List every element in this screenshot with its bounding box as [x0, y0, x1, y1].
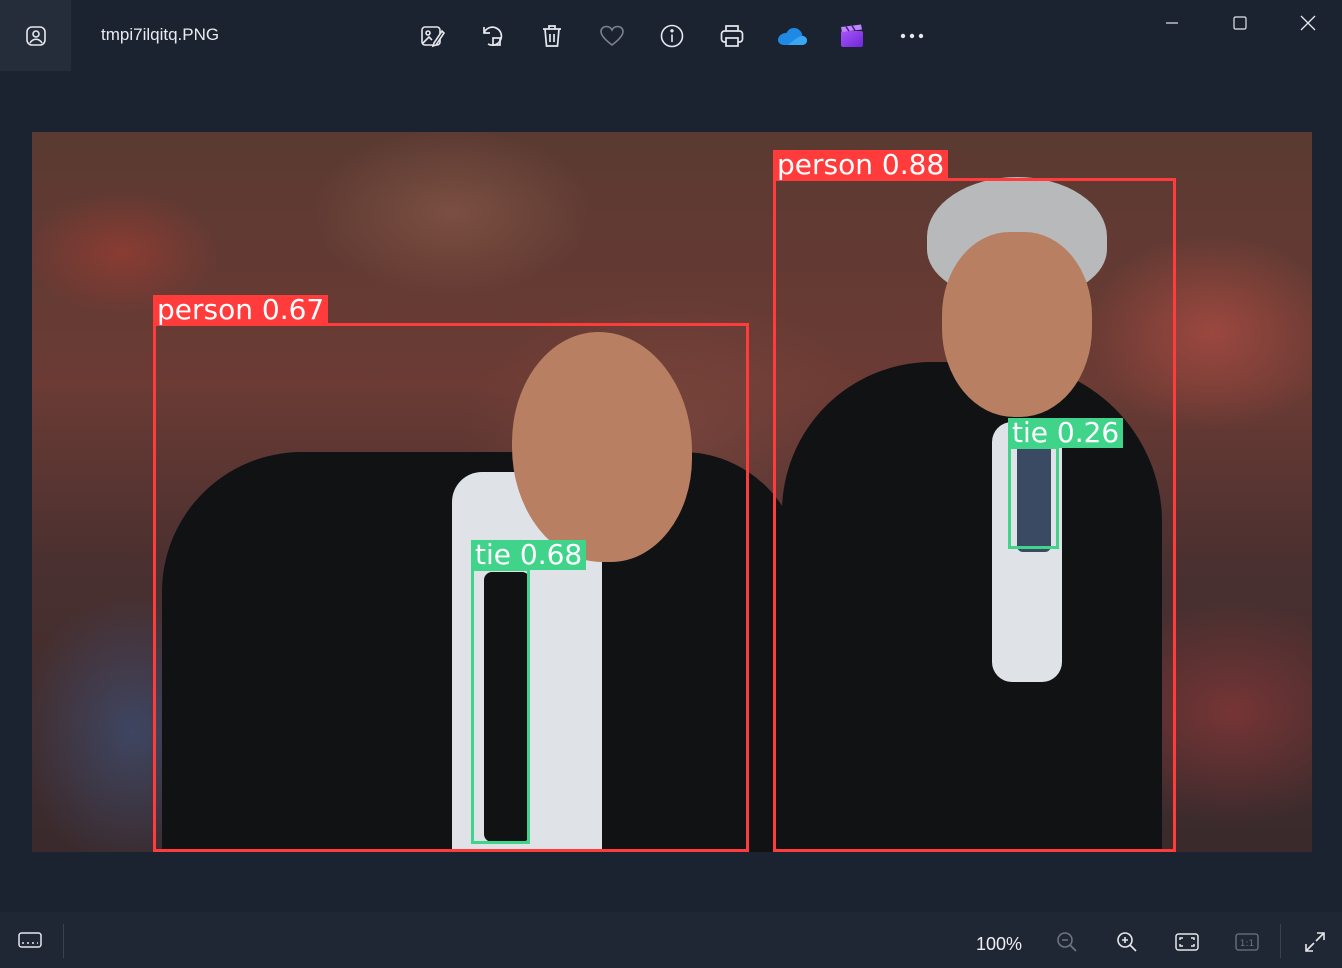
actual-size-button[interactable]: 1:1: [1230, 928, 1264, 956]
title-bar: tmpi7ilqitq.PNG: [0, 0, 1342, 72]
expand-icon: [1305, 932, 1325, 952]
maximize-icon: [1233, 16, 1247, 30]
divider: [1280, 924, 1281, 958]
rotate-icon: [483, 26, 503, 47]
file-info-button[interactable]: [652, 18, 692, 54]
top-toolbar: [412, 18, 932, 54]
photos-app-window: tmpi7ilqitq.PNG person 0.67 person 0.88 …: [0, 0, 1342, 968]
heart-icon: [600, 25, 624, 47]
favorite-button[interactable]: [592, 18, 632, 54]
detection-label: tie 0.68: [471, 540, 587, 570]
rotate-button[interactable]: [472, 18, 512, 54]
file-name-title: tmpi7ilqitq.PNG: [101, 25, 220, 44]
detection-box-tie: tie 0.26: [1008, 418, 1124, 549]
detection-label: person 0.67: [153, 295, 329, 325]
filmstrip-icon: [18, 932, 42, 948]
close-icon: [1300, 15, 1316, 31]
maximize-button[interactable]: [1206, 0, 1274, 46]
more-options-button[interactable]: [892, 18, 932, 54]
edit-image-button[interactable]: [412, 18, 452, 54]
print-button[interactable]: [712, 18, 752, 54]
image-canvas[interactable]: person 0.67 person 0.88 tie 0.68 tie 0.2…: [32, 132, 1312, 852]
clapperboard-icon: [841, 24, 863, 47]
filmstrip-toggle-button[interactable]: [10, 926, 50, 954]
actual-size-icon: 1:1: [1235, 933, 1259, 951]
minimize-icon: [1166, 22, 1178, 24]
gallery-icon: [25, 25, 46, 46]
more-icon: [900, 33, 924, 39]
close-button[interactable]: [1274, 0, 1342, 46]
minimize-button[interactable]: [1138, 0, 1206, 46]
detection-box-person: person 0.88: [773, 150, 1176, 852]
onedrive-button[interactable]: [772, 18, 812, 54]
edit-image-icon: [421, 26, 445, 48]
delete-button[interactable]: [532, 18, 572, 54]
bottom-bar: 100% 1:1: [0, 912, 1342, 968]
zoom-out-button[interactable]: [1050, 928, 1084, 956]
divider: [63, 924, 64, 958]
zoom-in-icon: [1117, 932, 1137, 952]
zoom-out-icon: [1057, 932, 1077, 952]
cloud-icon: [778, 28, 807, 45]
zoom-level[interactable]: 100%: [976, 934, 1022, 955]
printer-icon: [720, 25, 744, 47]
actual-size-label: 1:1: [1240, 939, 1254, 949]
window-controls: [1138, 0, 1342, 46]
detection-label: person 0.88: [773, 150, 949, 180]
detection-label: tie 0.26: [1008, 418, 1124, 448]
trash-icon: [543, 25, 561, 47]
detection-box-tie: tie 0.68: [471, 540, 587, 844]
info-icon: [660, 24, 684, 48]
gallery-button[interactable]: [0, 0, 71, 71]
zoom-in-button[interactable]: [1110, 928, 1144, 956]
full-screen-button[interactable]: [1298, 928, 1332, 956]
clipchamp-button[interactable]: [832, 18, 872, 54]
detection-box-person: person 0.67: [153, 295, 749, 852]
fit-to-window-button[interactable]: [1170, 928, 1204, 956]
fit-window-icon: [1175, 933, 1199, 951]
